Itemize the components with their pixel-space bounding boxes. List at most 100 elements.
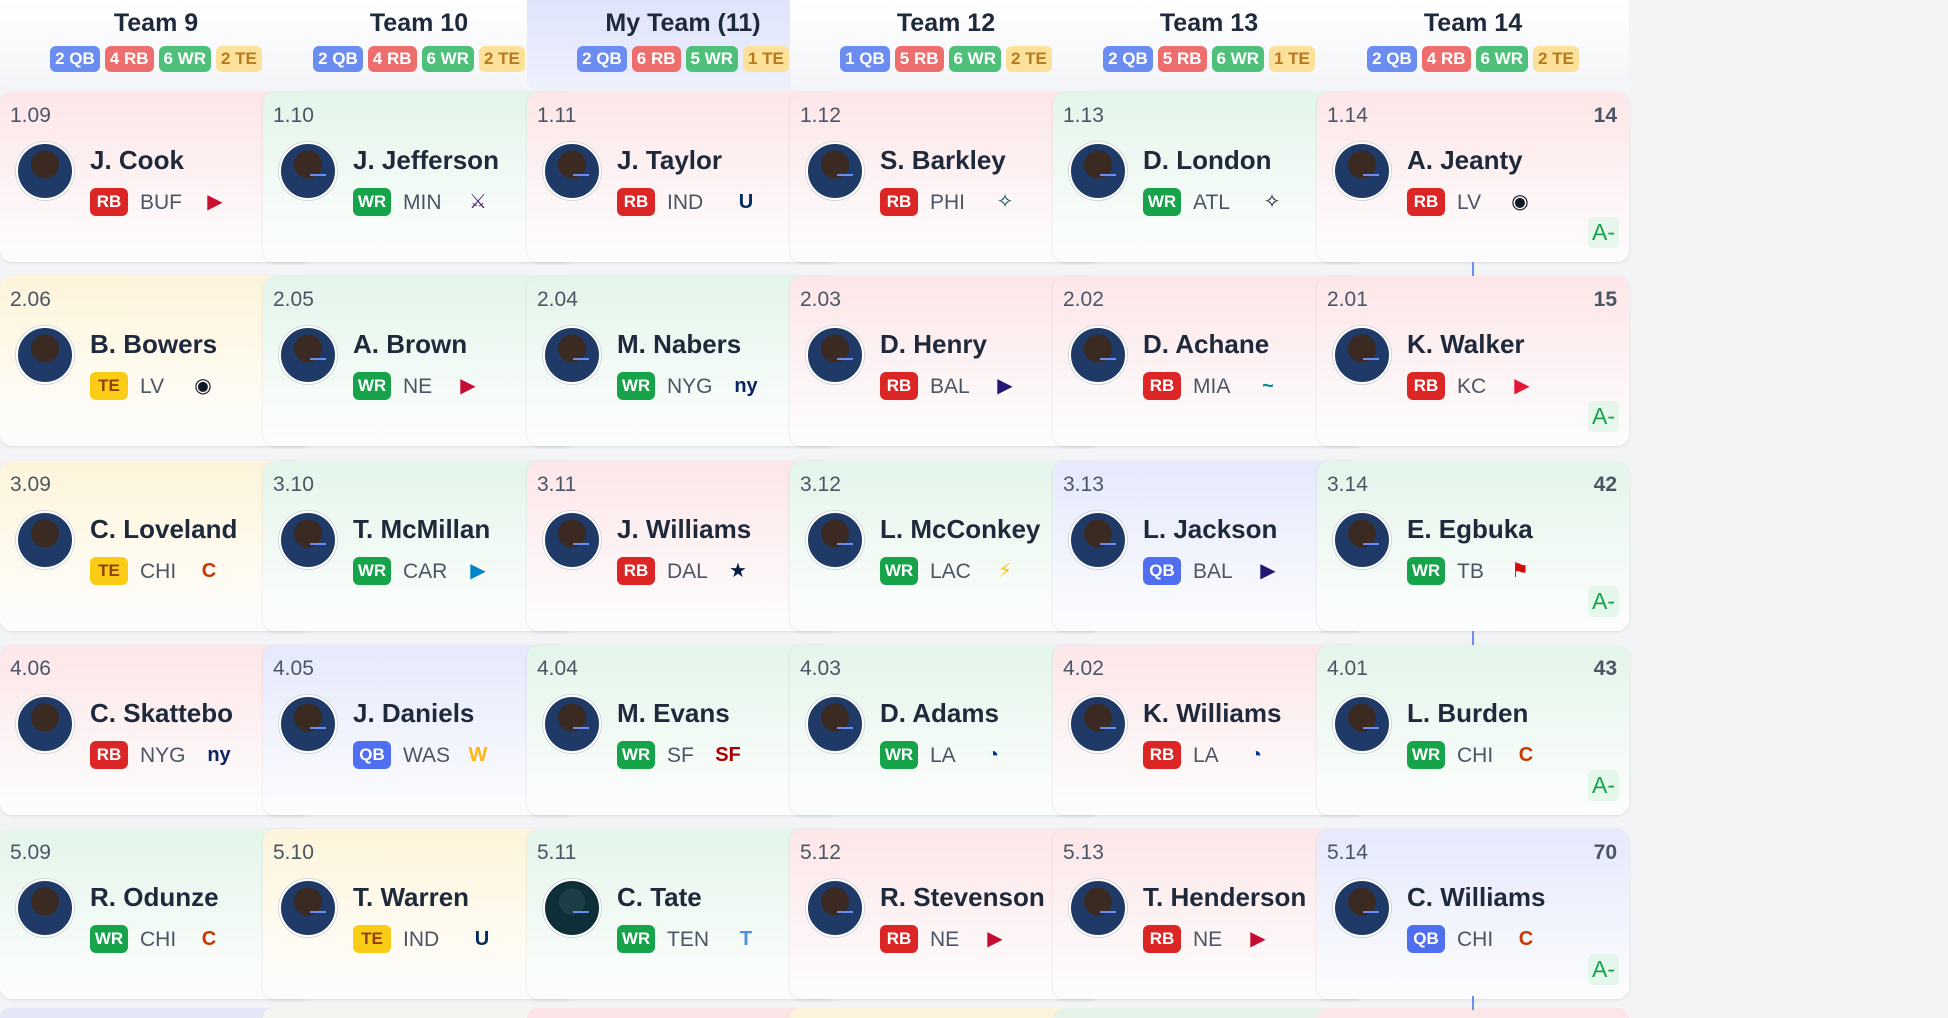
pick-number: 4.05 <box>273 657 314 680</box>
commanders-logo-icon: W <box>468 744 488 766</box>
qb-count-badge: 2 QB <box>313 46 363 72</box>
pick-card[interactable]: 2.01 15 K. Walker RB KC ▶ A- <box>1317 276 1629 446</box>
pick-number: 5.13 <box>1063 841 1104 864</box>
rb-count-badge: 5 RB <box>894 46 944 72</box>
snake-connector <box>1100 358 1116 360</box>
player-avatar <box>1333 142 1391 200</box>
team-header[interactable]: Team 14 2 QB 4 RB 6 WR 2 TE <box>1317 0 1629 90</box>
pick-grade: A- <box>1588 770 1619 801</box>
nfl-team: IND <box>667 191 704 214</box>
pick-card[interactable]: 1.14 14 A. Jeanty RB LV ◉ A- <box>1317 92 1629 262</box>
draft-board: Team 92 QB4 RB6 WR2 TE1.099J. CookRBBUF▶… <box>0 0 1948 1018</box>
snake-connector <box>1363 543 1379 545</box>
player-name[interactable]: J. Cook <box>90 145 184 176</box>
position-badge: RB <box>617 557 655 585</box>
player-name[interactable]: J. Williams <box>617 514 751 545</box>
position-badge: WR <box>1407 741 1445 769</box>
player-name[interactable]: L. McConkey <box>880 514 1040 545</box>
snake-connector <box>1100 174 1116 176</box>
player-name[interactable]: C. Skattebo <box>90 698 233 729</box>
player-name[interactable]: D. Adams <box>880 698 999 729</box>
nfl-team: KC <box>1457 375 1487 398</box>
colts-logo-icon: U <box>738 191 754 213</box>
position-badge: WR <box>617 925 655 953</box>
player-avatar <box>806 142 864 200</box>
player-name[interactable]: T. Henderson <box>1143 882 1306 913</box>
eagles-logo-icon: ✧ <box>996 191 1014 213</box>
nfl-team: TB <box>1457 560 1484 583</box>
player-name[interactable]: D. Achane <box>1143 329 1269 360</box>
player-name[interactable]: R. Odunze <box>90 882 219 913</box>
te-count-badge: 2 TE <box>1533 46 1579 72</box>
player-name[interactable]: C. Williams <box>1407 882 1545 913</box>
snake-connector <box>837 543 853 545</box>
nfl-team: BAL <box>1193 560 1233 583</box>
titans-logo-icon: T <box>739 928 753 950</box>
pick-number: 2.02 <box>1063 288 1104 311</box>
player-avatar <box>1333 511 1391 569</box>
player-avatar <box>1069 142 1127 200</box>
snake-connector <box>1100 727 1116 729</box>
patriots-logo-icon: ▶ <box>460 375 476 397</box>
nfl-team: LA <box>930 744 956 767</box>
rams-logo-icon: ◔ <box>986 744 1000 766</box>
position-badge: RB <box>1407 372 1445 400</box>
qb-count-badge: 2 QB <box>50 46 100 72</box>
position-badge: RB <box>1143 372 1181 400</box>
player-avatar <box>1069 879 1127 937</box>
pick-number: 4.06 <box>10 657 51 680</box>
player-name[interactable]: S. Barkley <box>880 145 1006 176</box>
player-name[interactable]: T. McMillan <box>353 514 490 545</box>
nfl-team: LAC <box>930 560 971 583</box>
snake-connector <box>310 543 326 545</box>
player-name[interactable]: B. Bowers <box>90 329 217 360</box>
nfl-team: NYG <box>140 744 186 767</box>
nfl-team: LV <box>1457 191 1482 214</box>
player-name[interactable]: J. Taylor <box>617 145 722 176</box>
chiefs-logo-icon: ▶ <box>1514 375 1530 397</box>
nfl-team: SF <box>667 744 694 767</box>
position-badge: RB <box>880 372 918 400</box>
pick-number: 1.12 <box>800 104 841 127</box>
player-avatar <box>806 879 864 937</box>
player-name[interactable]: J. Jefferson <box>353 145 499 176</box>
player-name[interactable]: D. Henry <box>880 329 987 360</box>
position-badge: WR <box>90 925 128 953</box>
position-badge: WR <box>353 372 391 400</box>
pick-number: 1.14 <box>1327 104 1368 127</box>
position-badge: TE <box>90 557 128 585</box>
nfl-team: TEN <box>667 928 709 951</box>
pick-card[interactable]: 4.01 43 L. Burden WR CHI C A- <box>1317 645 1629 815</box>
player-name[interactable]: C. Tate <box>617 882 702 913</box>
te-count-badge: 1 TE <box>1269 46 1315 72</box>
player-name[interactable]: R. Stevenson <box>880 882 1045 913</box>
snake-connector <box>573 358 589 360</box>
player-name[interactable]: K. Walker <box>1407 329 1525 360</box>
nfl-team: CHI <box>1457 928 1494 951</box>
player-name[interactable]: C. Loveland <box>90 514 237 545</box>
pick-number: 2.05 <box>273 288 314 311</box>
player-name[interactable]: L. Jackson <box>1143 514 1277 545</box>
buccaneers-logo-icon: ⚑ <box>1511 560 1529 582</box>
player-name[interactable]: E. Egbuka <box>1407 514 1533 545</box>
pick-card[interactable]: 3.14 42 E. Egbuka WR TB ⚑ A- <box>1317 461 1629 631</box>
pick-card[interactable]: 5.14 70 C. Williams QB CHI C A- <box>1317 829 1629 999</box>
dolphins-logo-icon: ~ <box>1262 375 1274 397</box>
player-name[interactable]: M. Evans <box>617 698 730 729</box>
nfl-team: MIN <box>403 191 442 214</box>
te-count-badge: 2 TE <box>216 46 262 72</box>
player-name[interactable]: L. Burden <box>1407 698 1528 729</box>
pick-number: 5.10 <box>273 841 314 864</box>
player-name[interactable]: K. Williams <box>1143 698 1281 729</box>
player-name[interactable]: A. Brown <box>353 329 467 360</box>
player-name[interactable]: M. Nabers <box>617 329 741 360</box>
player-name[interactable]: D. London <box>1143 145 1272 176</box>
position-counts: 2 QB 4 RB 6 WR 2 TE <box>1317 46 1629 72</box>
player-name[interactable]: J. Daniels <box>353 698 474 729</box>
player-name[interactable]: A. Jeanty <box>1407 145 1523 176</box>
wr-count-badge: 6 WR <box>948 46 1001 72</box>
player-name[interactable]: T. Warren <box>353 882 469 913</box>
pick-grade: A- <box>1588 586 1619 617</box>
nfl-team: LV <box>140 375 165 398</box>
overall-pick: 15 <box>1593 288 1617 311</box>
